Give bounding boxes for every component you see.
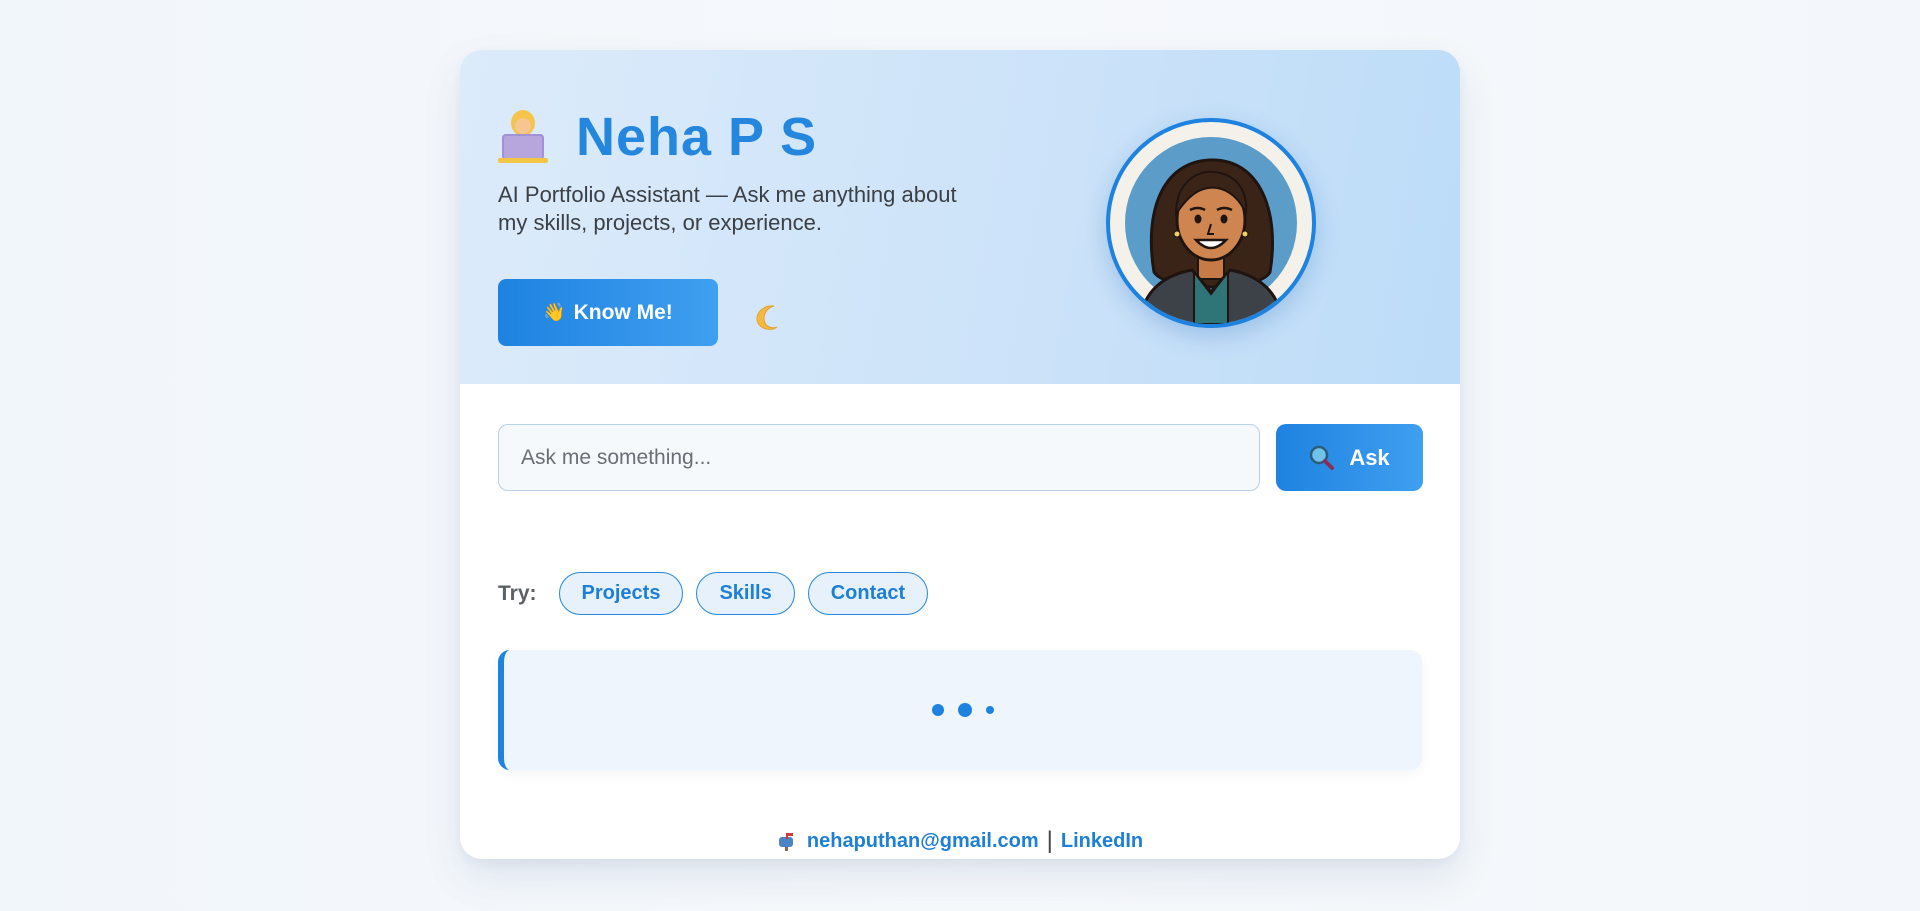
contact-footer: nehaputhan@gmail.com | LinkedIn <box>460 827 1460 855</box>
loading-indicator <box>504 650 1422 770</box>
mailbox-icon <box>777 831 797 851</box>
page-title: Neha P S <box>576 107 818 167</box>
loading-dot <box>958 703 972 717</box>
chip-contact[interactable]: Contact <box>807 572 929 615</box>
crescent-moon-icon[interactable] <box>752 302 782 332</box>
know-me-label: Know Me! <box>573 300 673 324</box>
ask-button[interactable]: Ask <box>1276 424 1423 491</box>
chip-skills[interactable]: Skills <box>696 572 795 615</box>
magnifier-icon <box>1309 445 1335 471</box>
ask-input[interactable] <box>498 424 1260 491</box>
loading-dot <box>986 706 994 714</box>
know-me-button[interactable]: 👋 Know Me! <box>498 279 718 346</box>
portfolio-card: Neha P S AI Portfolio Assistant — Ask me… <box>460 50 1460 859</box>
hero-section: Neha P S AI Portfolio Assistant — Ask me… <box>460 50 1460 384</box>
ask-button-label: Ask <box>1349 444 1390 470</box>
avatar <box>1106 118 1316 328</box>
woman-technologist-icon <box>498 110 548 164</box>
suggestion-row: Try: Projects Skills Contact <box>498 572 941 615</box>
ask-form: Ask <box>498 424 1423 491</box>
email-link[interactable]: nehaputhan@gmail.com <box>807 830 1039 853</box>
chip-projects[interactable]: Projects <box>558 572 684 615</box>
title-row: Neha P S <box>498 106 817 168</box>
try-label: Try: <box>498 581 537 605</box>
loading-dot <box>932 704 944 716</box>
waving-hand-icon: 👋 <box>543 302 566 322</box>
footer-separator: | <box>1046 827 1053 854</box>
subtitle: AI Portfolio Assistant — Ask me anything… <box>498 182 957 235</box>
linkedin-link[interactable]: LinkedIn <box>1061 830 1143 853</box>
answer-panel <box>498 650 1422 770</box>
